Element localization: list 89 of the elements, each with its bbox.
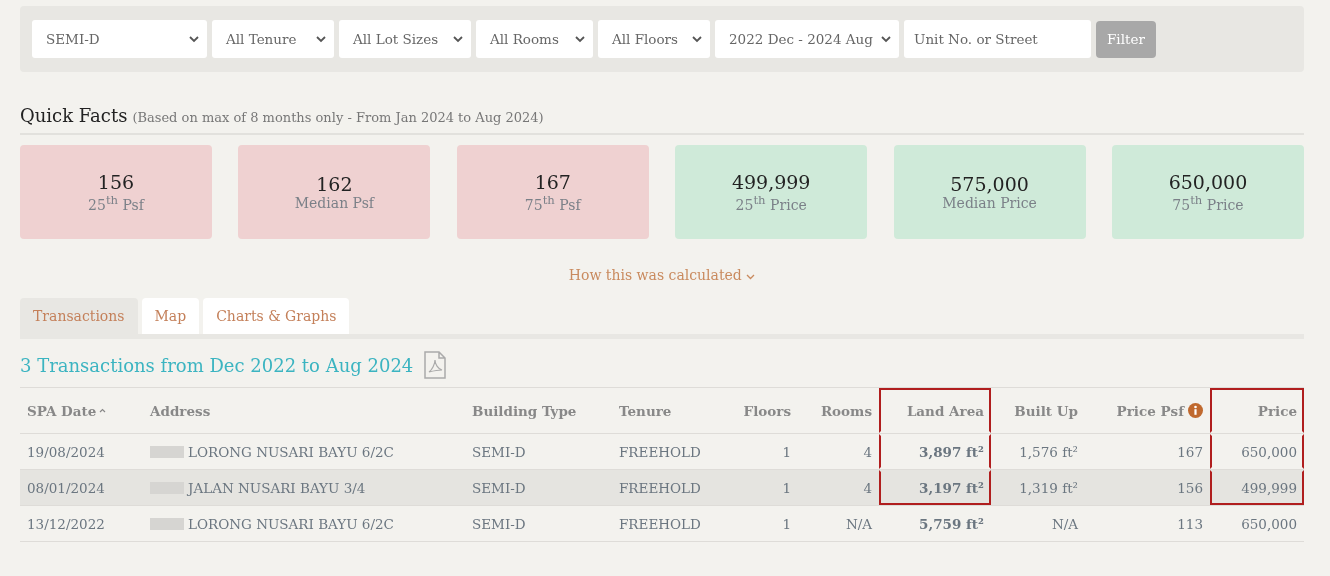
caret-icon[interactable] — [316, 35, 326, 43]
column-header[interactable]: SPA Date — [27, 402, 97, 419]
search-field[interactable]: Unit No. or Street — [904, 20, 1091, 58]
table-cell: 1 — [782, 443, 791, 460]
table-cell: LORONG NUSARI BAYU 6/2C — [188, 443, 394, 460]
column-header-cell[interactable]: Built Up — [991, 388, 1085, 433]
column-header-cell[interactable]: SPA Date — [20, 388, 143, 433]
table-cell: LORONG NUSARI BAYU 6/2C — [188, 515, 394, 532]
column-header-cell[interactable]: Address — [143, 388, 465, 433]
stat-value: 167 — [534, 171, 571, 194]
caret-icon[interactable] — [692, 35, 702, 43]
column-header[interactable]: Address — [150, 402, 211, 419]
stat-label: 25$^{th}$ Price — [735, 193, 807, 213]
column-header-cell[interactable]: Price — [1210, 388, 1304, 433]
column-header[interactable]: Built Up — [1014, 402, 1078, 419]
table-cell: 167 — [1177, 443, 1203, 460]
stat-label: 75$^{th}$ Price — [1172, 193, 1244, 213]
stat-value: 156 — [97, 171, 135, 194]
table-cell: 113 — [1177, 515, 1203, 532]
table-cell: 1 — [782, 479, 791, 496]
filter-dropdown[interactable]: All Tenure — [212, 20, 334, 58]
table-cell: SEMI-D — [472, 479, 526, 496]
table-cell: JALAN NUSARI BAYU 3/4 — [188, 479, 366, 496]
table-cell: 650,000 — [1241, 443, 1297, 460]
caret-icon[interactable] — [881, 35, 891, 43]
filter-dropdown[interactable]: 2022 Dec - 2024 Aug — [715, 20, 899, 58]
stat-label: Median Psf — [294, 195, 375, 211]
info-icon[interactable] — [1188, 403, 1203, 418]
stat-label: 25$^{th}$ Psf — [88, 193, 144, 213]
table-cell: 1 — [782, 515, 791, 532]
filter-dropdown[interactable]: All Floors — [598, 20, 710, 58]
table-cell: 13/12/2022 — [27, 515, 105, 532]
column-header[interactable]: Rooms — [820, 402, 872, 419]
stat-value: 650,000 — [1168, 171, 1248, 194]
column-header-cell[interactable]: Tenure — [612, 388, 732, 433]
transactions-heading: 3 Transactions from Dec 2022 to Aug 2024 — [20, 354, 414, 376]
table-cell: SEMI-D — [472, 443, 526, 460]
tab[interactable]: Charts & Graphs — [203, 298, 350, 334]
table-cell: N/A — [1051, 515, 1078, 532]
table-cell: 19/08/2024 — [27, 443, 105, 460]
table-cell: 156 — [1177, 479, 1203, 496]
caret-icon[interactable] — [189, 35, 199, 43]
filter-dropdown[interactable]: All Lot Sizes — [339, 20, 471, 58]
table-cell: 4 — [863, 479, 872, 496]
column-header[interactable]: Floors — [743, 402, 791, 419]
table-cell: 1,319 ft² — [1019, 479, 1078, 496]
column-header[interactable]: Tenure — [619, 402, 672, 419]
table-cell: SEMI-D — [472, 515, 526, 532]
table-cell: FREEHOLD — [619, 479, 701, 496]
stat-label: Median Price — [942, 195, 1037, 211]
table-cell: 3,897 ft² — [919, 443, 984, 460]
column-header[interactable]: Price Psf — [1116, 402, 1184, 419]
table-row[interactable]: 08/01/2024 JALAN NUSARI BAYU 3/4 SEMI-D FREEHOLD 1 4 3,197 ft² 1,319 ft² 156 499,999 — [20, 470, 1304, 506]
stat-value: 575,000 — [950, 173, 1029, 195]
stat-value: 162 — [316, 173, 353, 195]
column-header[interactable]: Land Area — [906, 402, 984, 419]
tab[interactable]: Map — [141, 298, 200, 334]
column-header-cell[interactable]: Floors — [732, 388, 798, 433]
calculation-link[interactable]: How this was calculated — [568, 267, 756, 283]
table-row[interactable]: 13/12/2022 LORONG NUSARI BAYU 6/2C SEMI-D FREEHOLD 1 N/A 5,759 ft² N/A 113 650,000 — [20, 506, 1304, 542]
table-cell: FREEHOLD — [619, 515, 701, 532]
filter-dropdown[interactable]: SEMI-D — [32, 20, 207, 58]
column-header-cell[interactable]: Building Type — [465, 388, 612, 433]
section-note: (Based on max of 8 months only - From Jan 2024 to Aug 2024) — [132, 110, 544, 125]
column-header[interactable]: Price — [1257, 402, 1297, 419]
stat-value: 499,999 — [731, 171, 811, 194]
table-cell: 5,759 ft² — [919, 515, 984, 532]
column-header-cell[interactable]: Price Psf — [1085, 388, 1210, 433]
column-header[interactable]: Building Type — [472, 402, 577, 419]
table-cell: 4 — [863, 443, 872, 460]
table-cell: 650,000 — [1241, 515, 1297, 532]
caret-icon[interactable] — [453, 35, 463, 43]
table-cell: 499,999 — [1241, 479, 1297, 496]
chevron-icon[interactable] — [746, 274, 756, 280]
caret-icon[interactable] — [575, 35, 585, 43]
column-header-cell[interactable]: Rooms — [798, 388, 879, 433]
column-header-cell[interactable]: Land Area — [879, 388, 991, 433]
table-cell: 1,576 ft² — [1019, 443, 1078, 460]
stat-label: 75$^{th}$ Psf — [524, 193, 581, 213]
table-cell: 08/01/2024 — [27, 479, 105, 496]
section-title: Quick Facts — [20, 105, 128, 126]
table-cell: 3,197 ft² — [919, 479, 984, 496]
filter-dropdown[interactable]: All Rooms — [476, 20, 593, 58]
table-cell: FREEHOLD — [619, 443, 701, 460]
redaction-mark — [150, 445, 184, 458]
tab[interactable]: Transactions — [20, 298, 138, 334]
table-cell: N/A — [845, 515, 872, 532]
redaction-mark — [150, 517, 184, 530]
sort-icon[interactable] — [99, 408, 107, 413]
